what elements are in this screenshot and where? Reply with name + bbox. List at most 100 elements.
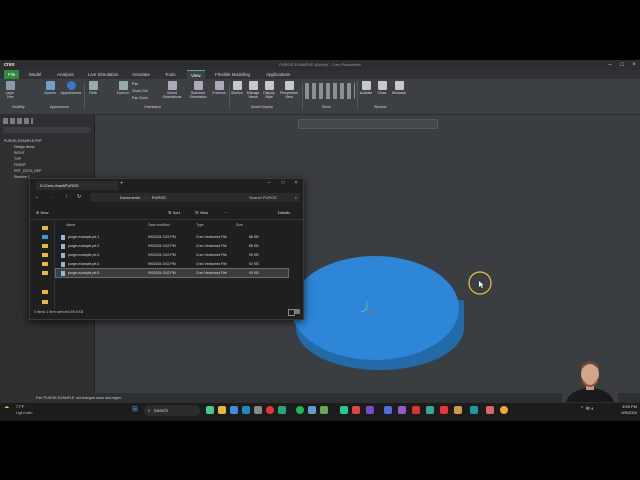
app-icon[interactable] xyxy=(340,406,348,414)
weather-icon[interactable]: ☁ xyxy=(4,404,9,410)
tree-item[interactable]: PRT_CSYS_DEF xyxy=(14,169,41,173)
details-button[interactable]: Details xyxy=(278,210,290,215)
file-explorer-icon[interactable] xyxy=(218,406,226,414)
maximize-button[interactable]: □ xyxy=(617,61,627,69)
tree-item[interactable]: TOP xyxy=(14,157,21,161)
app-icon[interactable] xyxy=(454,406,462,414)
mail-icon[interactable] xyxy=(230,406,238,414)
activate-button[interactable]: Activate xyxy=(358,81,374,95)
explorer-maximize-button[interactable]: □ xyxy=(278,179,288,187)
app-icon[interactable] xyxy=(278,406,286,414)
show-toggles[interactable] xyxy=(305,83,355,99)
tab-live-simulation[interactable]: Live Simulation xyxy=(84,70,123,79)
tiles-view-icon[interactable] xyxy=(295,309,300,314)
chrome-icon[interactable] xyxy=(266,406,274,414)
app-icon[interactable] xyxy=(352,406,360,414)
app-icon[interactable] xyxy=(470,406,478,414)
tab-applications[interactable]: Applications xyxy=(262,70,294,79)
app-icon[interactable] xyxy=(366,406,374,414)
taskbar-search[interactable]: ⌕ Search xyxy=(144,405,200,416)
back-arrow-icon[interactable]: ← xyxy=(35,194,40,200)
app-icon[interactable] xyxy=(308,406,316,414)
tree-toolbar[interactable] xyxy=(3,127,91,133)
app-icon[interactable] xyxy=(412,406,420,414)
file-row[interactable]: purge-example.prt.1 9/9/2024 3:52 PM Cre… xyxy=(56,233,288,241)
scenes-button[interactable]: Scenes xyxy=(42,81,58,95)
edge-icon[interactable] xyxy=(242,406,250,414)
graphics-toolbar[interactable] xyxy=(298,119,438,129)
file-row[interactable]: purge-example.prt.3 9/9/2024 3:52 PM Cre… xyxy=(56,251,288,259)
column-date-modified[interactable]: Date modified xyxy=(148,223,170,227)
file-row-selected[interactable]: purge-example.prt.5 9/9/2024 3:52 PM Cre… xyxy=(55,268,289,278)
app-icon[interactable] xyxy=(500,406,508,414)
new-button[interactable]: ⊕ New xyxy=(36,210,48,215)
tree-item[interactable]: FRONT xyxy=(14,163,26,167)
pan-zoom-button[interactable]: Pan Zoom xyxy=(132,95,148,102)
explorer-tab[interactable]: D:\Creo-\hwd\PURGE xyxy=(36,181,118,190)
breadcrumb-purge[interactable]: PURGE xyxy=(152,195,166,200)
tab-analysis[interactable]: Analysis xyxy=(53,70,78,79)
search-box[interactable]: Search PURGE ⌕ xyxy=(246,193,300,202)
app-icon[interactable] xyxy=(440,406,448,414)
tab-file[interactable]: File xyxy=(4,70,20,79)
appearances-button[interactable]: Appearances xyxy=(60,81,82,95)
standard-orientation-button[interactable]: Standard Orientation xyxy=(186,81,210,99)
app-icon[interactable] xyxy=(320,406,328,414)
address-bar[interactable]: Documents › PURGE xyxy=(90,193,268,202)
spotify-icon[interactable] xyxy=(296,406,304,414)
clock-time[interactable]: 3:59 PM xyxy=(615,404,637,409)
display-style-button[interactable]: Display Style xyxy=(261,81,277,99)
weather-temp[interactable]: 77°F xyxy=(16,404,25,409)
close-window-button[interactable]: Close xyxy=(374,81,390,95)
folder-icon[interactable] xyxy=(42,271,48,275)
more-options-icon[interactable]: ··· xyxy=(224,210,228,215)
folder-icon[interactable] xyxy=(42,253,48,257)
file-row[interactable]: purge-example.prt.4 9/9/2024 3:52 PM Cre… xyxy=(56,260,288,268)
layer-tree-button[interactable]: Layer Tree xyxy=(2,81,18,99)
tree-item[interactable]: Revolve 1 xyxy=(14,175,30,179)
file-row[interactable]: purge-example.prt.2 9/9/2024 3:52 PM Cre… xyxy=(56,242,288,250)
tab-flexible-modeling[interactable]: Flexible Modeling xyxy=(211,70,254,79)
tab-model[interactable]: Model xyxy=(25,70,45,79)
folder-icon[interactable] xyxy=(42,226,48,230)
manage-views-button[interactable]: Manage Views xyxy=(245,81,261,99)
store-icon[interactable] xyxy=(254,406,262,414)
refresh-icon[interactable]: ↻ xyxy=(77,194,81,200)
folder-icon[interactable] xyxy=(42,244,48,248)
previous-button[interactable]: Previous xyxy=(210,81,228,95)
up-arrow-icon[interactable]: ↑ xyxy=(65,194,68,200)
windows-start-icon[interactable]: ⊞ xyxy=(132,406,138,414)
panel-tabs[interactable] xyxy=(3,118,33,124)
view-button[interactable]: ☰ View xyxy=(195,210,208,215)
tab-tools[interactable]: Tools xyxy=(161,70,180,79)
section-button[interactable]: Section xyxy=(229,81,245,95)
sort-button[interactable]: ⇅ Sort xyxy=(168,210,180,215)
refit-button[interactable]: Refit xyxy=(85,81,101,95)
app-icon[interactable] xyxy=(486,406,494,414)
creo-icon[interactable] xyxy=(426,406,434,414)
explorer-close-button[interactable]: × xyxy=(291,179,301,187)
saved-orientations-button[interactable]: Saved Orientations xyxy=(160,81,184,99)
close-button[interactable]: × xyxy=(629,61,639,69)
tab-annotate[interactable]: Annotate xyxy=(128,70,154,79)
folder-icon[interactable] xyxy=(42,235,48,239)
folder-icon[interactable] xyxy=(42,262,48,266)
weather-desc[interactable]: Light rain xyxy=(16,410,32,415)
breadcrumb-documents[interactable]: Documents xyxy=(120,195,140,200)
zoom-out-button[interactable]: Zoom Out xyxy=(132,88,148,95)
tree-item[interactable]: Design Items xyxy=(14,145,34,149)
windows-button[interactable]: Windows xyxy=(391,81,407,95)
column-name[interactable]: Name xyxy=(66,223,75,227)
premiere-icon[interactable] xyxy=(398,406,406,414)
task-view-icon[interactable] xyxy=(206,406,214,414)
column-type[interactable]: Type xyxy=(196,223,204,227)
app-icon[interactable] xyxy=(384,406,392,414)
new-tab-button[interactable]: + xyxy=(120,181,124,187)
pan-button[interactable]: Pan xyxy=(132,81,148,88)
folder-icon[interactable] xyxy=(42,290,48,294)
details-view-icon[interactable] xyxy=(288,309,295,316)
folder-icon[interactable] xyxy=(42,300,48,304)
system-tray-icons[interactable]: ⌃ ✉ ◐ xyxy=(580,406,594,412)
column-size[interactable]: Size xyxy=(236,223,243,227)
minimize-button[interactable]: – xyxy=(605,61,615,69)
